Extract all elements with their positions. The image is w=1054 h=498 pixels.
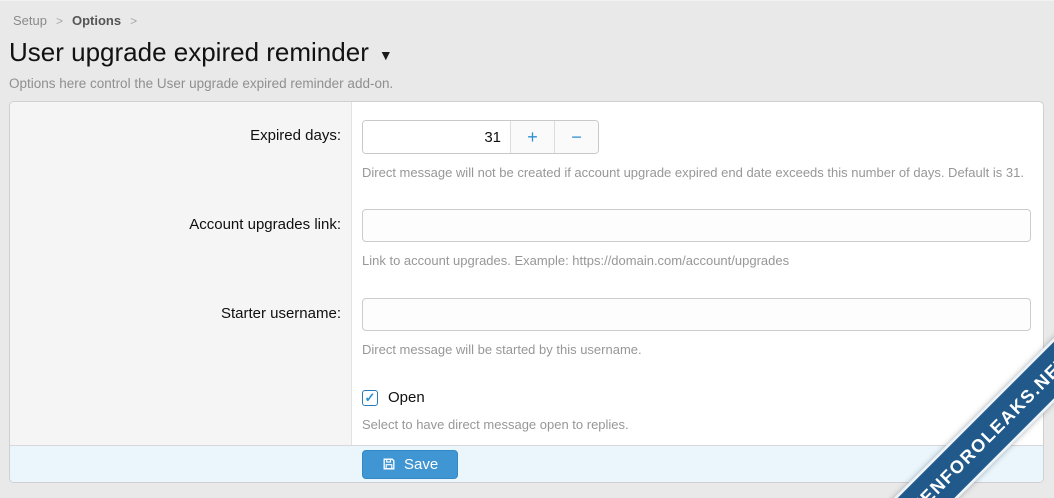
open-checkbox[interactable]: ✓ [362,390,378,406]
save-icon [382,457,396,471]
save-button[interactable]: Save [362,450,458,479]
account-upgrades-link-label: Account upgrades link: [10,191,352,280]
breadcrumb-separator-icon: > [56,14,63,28]
account-upgrades-link-hint: Link to account upgrades. Example: https… [362,253,1031,268]
open-checkbox-row[interactable]: ✓ Open [362,389,1031,406]
panel-footer: Save [10,445,1043,482]
increment-button[interactable]: + [510,121,554,153]
open-checkbox-label: Open [388,389,425,406]
expired-days-stepper: + − [362,120,599,154]
starter-username-content: Direct message will be started by this u… [352,280,1043,369]
open-label-cell-empty [10,369,352,445]
open-hint: Select to have direct message open to re… [362,417,1031,432]
expired-days-content: + − Direct message will not be created i… [352,102,1043,191]
page-description: Options here control the User upgrade ex… [9,76,1054,91]
page-title: User upgrade expired reminder ▼ [9,37,1054,68]
decrement-button[interactable]: − [554,121,598,153]
page-title-text: User upgrade expired reminder [9,37,369,68]
starter-username-hint: Direct message will be started by this u… [362,342,1031,357]
save-button-label: Save [404,456,438,473]
breadcrumb-setup[interactable]: Setup [13,13,47,28]
form-row-starter-username: Starter username: Direct message will be… [10,280,1043,369]
form-row-open: ✓ Open Select to have direct message ope… [10,369,1043,445]
chevron-down-icon[interactable]: ▼ [379,43,393,63]
form-row-account-upgrades-link: Account upgrades link: Link to account u… [10,191,1043,280]
expired-days-input[interactable] [363,121,510,153]
open-content: ✓ Open Select to have direct message ope… [352,369,1043,445]
starter-username-label: Starter username: [10,280,352,369]
options-panel: Expired days: + − Direct message will no… [9,101,1044,483]
expired-days-hint: Direct message will not be created if ac… [362,165,1031,180]
expired-days-label: Expired days: [10,102,352,191]
breadcrumb: Setup > Options > [0,1,1054,28]
breadcrumb-options[interactable]: Options [72,13,121,28]
account-upgrades-link-input[interactable] [362,209,1031,242]
form-rows: Expired days: + − Direct message will no… [10,102,1043,445]
form-row-expired-days: Expired days: + − Direct message will no… [10,102,1043,191]
breadcrumb-separator-icon: > [130,14,137,28]
starter-username-input[interactable] [362,298,1031,331]
options-page: Setup > Options > User upgrade expired r… [0,0,1054,498]
account-upgrades-link-content: Link to account upgrades. Example: https… [352,191,1043,280]
